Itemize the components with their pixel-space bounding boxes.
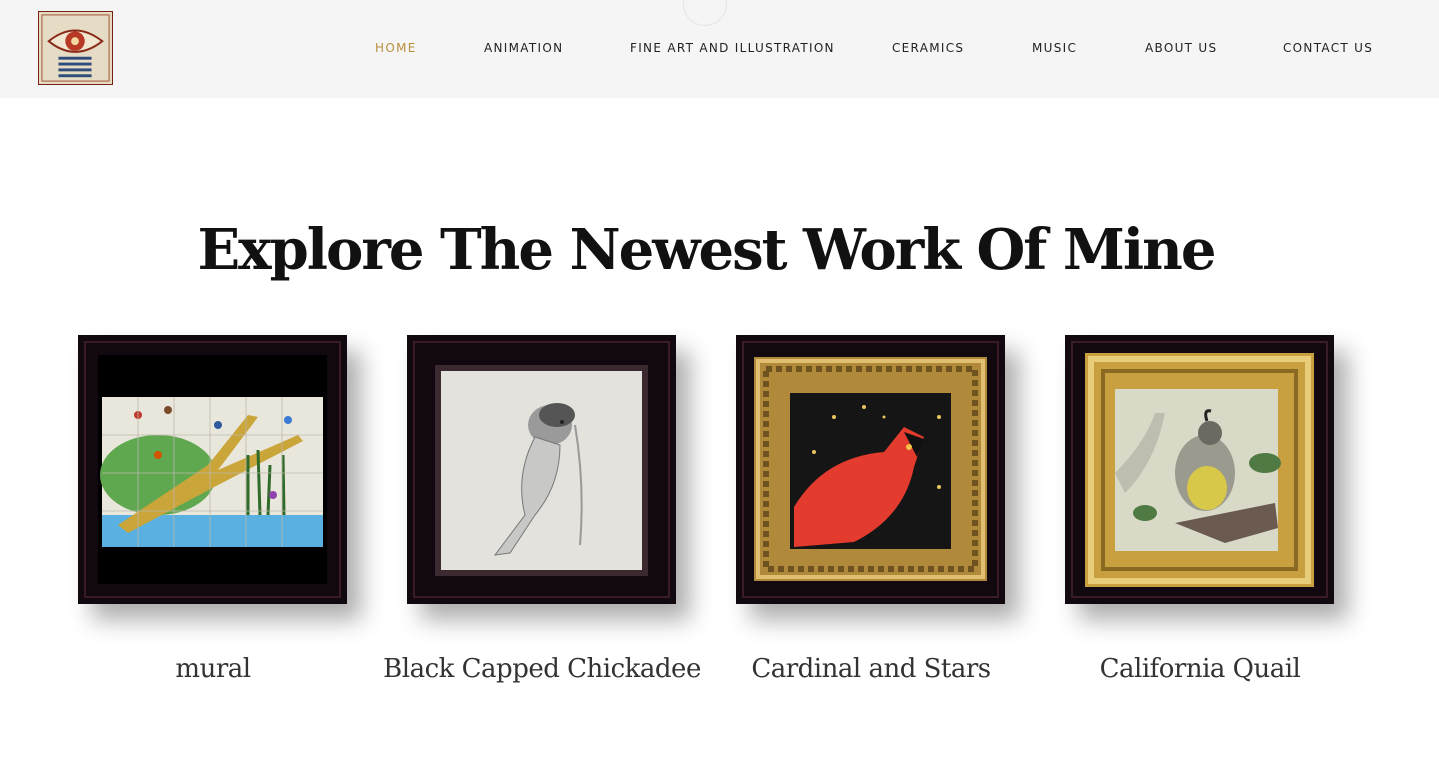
chickadee-artwork-image [435,365,648,576]
nav-fine-art-and-illustration[interactable]: FINE ART AND ILLUSTRATION [630,40,835,56]
nav-ceramics[interactable]: CERAMICS [892,40,964,56]
nav-about-us[interactable]: ABOUT US [1145,40,1217,56]
work-card-california-quail[interactable]: California Quail [1065,335,1335,684]
nav-animation[interactable]: ANIMATION [484,40,563,56]
work-title[interactable]: Cardinal and Stars [706,653,1036,686]
work-card-mural[interactable]: mural [78,335,348,684]
work-card-black-capped-chickadee[interactable]: Black Capped Chickadee [383,335,701,684]
artwork-frame[interactable] [736,335,1005,604]
nav-home[interactable]: HOME [375,40,417,56]
work-card-cardinal-and-stars[interactable]: Cardinal and Stars [736,335,1006,684]
nav-contact-us[interactable]: CONTACT US [1283,40,1373,56]
artwork-frame[interactable] [78,335,347,604]
artwork-frame[interactable] [1065,335,1334,604]
work-title[interactable]: Black Capped Chickadee [377,653,707,686]
work-title[interactable]: California Quail [1035,653,1365,686]
quail-artwork-image [1085,353,1314,587]
work-title[interactable]: mural [48,653,378,686]
artwork-frame[interactable] [407,335,676,604]
section-title: Explore The Newest Work Of Mine [197,217,1217,283]
site-header: HOME ANIMATION FINE ART AND ILLUSTRATION… [0,0,1439,98]
nav-music[interactable]: MUSIC [1032,40,1077,56]
decorative-circle [683,0,727,26]
mural-artwork-image [98,355,327,584]
cardinal-artwork-image [754,357,987,581]
main-nav: HOME ANIMATION FINE ART AND ILLUSTRATION… [0,40,1439,56]
